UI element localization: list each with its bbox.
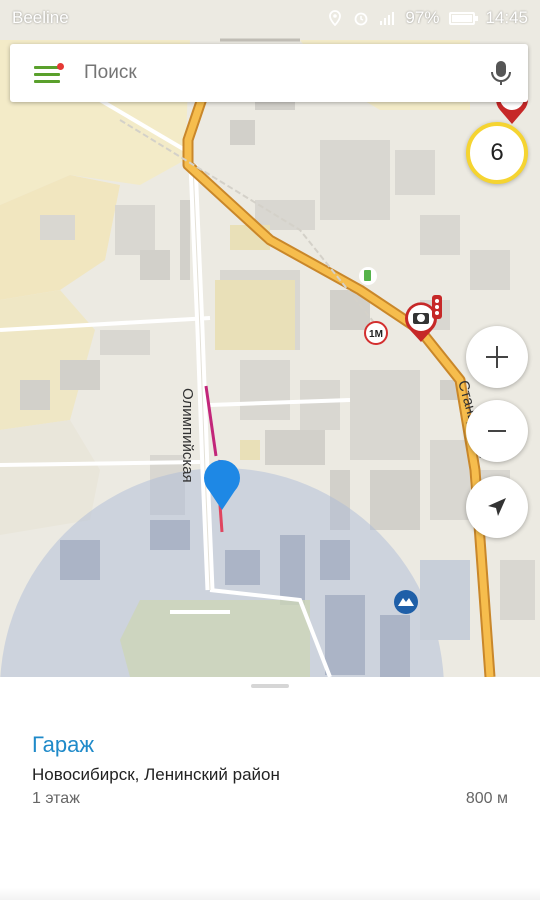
clock: 14:45	[485, 8, 528, 27]
status-icons: 97% 14:45	[327, 8, 528, 28]
plus-icon	[486, 346, 508, 368]
sheet-bottom-edge	[0, 888, 540, 900]
search-input[interactable]	[66, 61, 474, 85]
metro-icon[interactable]: 1M	[364, 321, 388, 345]
hamburger-menu-icon[interactable]	[10, 44, 66, 102]
location-icon	[329, 10, 342, 26]
carrier-name: Beeline	[12, 8, 69, 27]
notification-dot	[57, 63, 64, 70]
street-label-olimpiyskaya: Олимпийская	[179, 388, 196, 483]
zoom-out-button[interactable]	[466, 400, 528, 462]
drag-handle[interactable]	[251, 684, 289, 688]
place-title[interactable]: Гараж	[32, 732, 94, 758]
place-card[interactable]: Гараж Новосибирск, Ленинский район 1 эта…	[0, 677, 540, 900]
status-bar: Beeline 97% 14:45	[0, 0, 540, 36]
traffic-level-button[interactable]: 6	[466, 122, 528, 184]
microphone-icon[interactable]	[474, 44, 528, 102]
signal-icon	[380, 12, 395, 25]
place-distance: 800 м	[465, 790, 508, 807]
navigation-arrow-icon	[488, 498, 506, 516]
locate-me-button[interactable]	[466, 476, 528, 538]
shop-icon[interactable]	[394, 590, 418, 614]
search-bar[interactable]	[10, 44, 528, 102]
battery-icon	[449, 11, 479, 25]
traffic-light-icon[interactable]	[432, 295, 442, 319]
alarm-icon	[355, 12, 368, 26]
minus-icon	[488, 430, 506, 432]
battery-percent: 97%	[405, 8, 440, 27]
zoom-in-button[interactable]	[466, 326, 528, 388]
place-floor: 1 этаж	[32, 790, 80, 807]
traffic-level-value: 6	[490, 139, 504, 166]
fuel-station-icon[interactable]	[359, 267, 377, 285]
place-address: Новосибирск, Ленинский район	[32, 765, 280, 784]
svg-text:1M: 1M	[369, 329, 383, 340]
